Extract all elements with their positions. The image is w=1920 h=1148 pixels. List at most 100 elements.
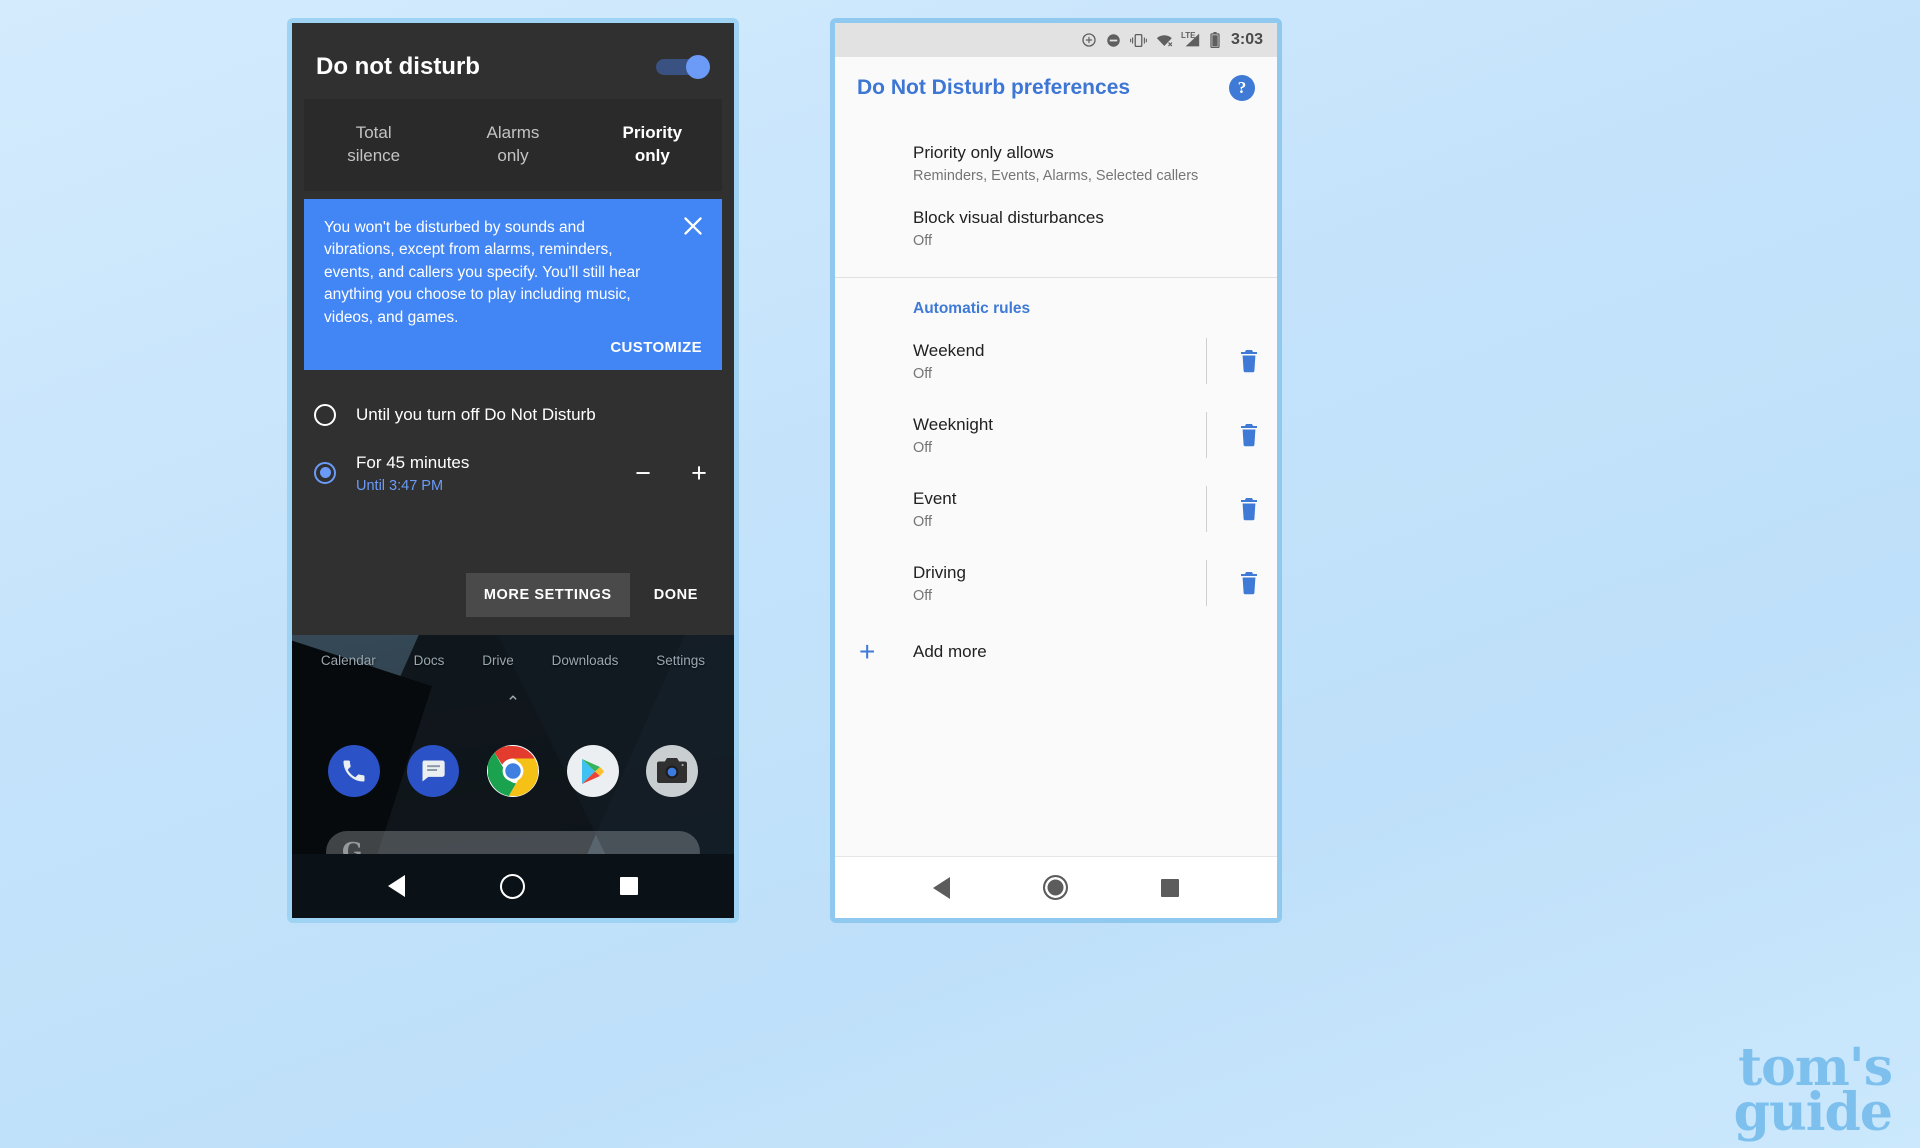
- play-store-icon[interactable]: [566, 745, 619, 797]
- preferences-group: Priority only allows Reminders, Events, …: [835, 119, 1277, 278]
- customize-button[interactable]: CUSTOMIZE: [324, 339, 702, 356]
- right-phone-screen: LTE 3:03 Do Not Disturb preferences ? Pr…: [835, 23, 1277, 918]
- done-button[interactable]: DONE: [636, 573, 716, 617]
- recents-button[interactable]: [1160, 878, 1179, 897]
- help-icon[interactable]: ?: [1229, 75, 1255, 101]
- left-navigation-bar: [292, 854, 734, 918]
- tab-label-line1: Alarms: [486, 123, 540, 143]
- home-app-label-row: Calendar Docs Drive Downloads Settings: [292, 653, 734, 668]
- setting-priority-only-allows[interactable]: Priority only allows Reminders, Events, …: [835, 131, 1277, 196]
- duration-option-until-off[interactable]: Until you turn off Do Not Disturb: [292, 386, 734, 444]
- dialog-actions: MORE SETTINGS DONE: [465, 573, 716, 617]
- page-title: Do not disturb: [316, 53, 480, 80]
- watermark-line2: guide: [1733, 1082, 1893, 1144]
- page-background: Calendar Docs Drive Downloads Settings ⌃: [0, 0, 1920, 1148]
- rule-text: Event Off: [913, 489, 1206, 530]
- setting-title: Priority only allows: [913, 143, 1054, 162]
- decrease-duration-button[interactable]: −: [630, 459, 656, 487]
- toms-guide-watermark: tom's guide: [1733, 1041, 1893, 1144]
- chevron-up-icon[interactable]: ⌃: [292, 693, 734, 713]
- trash-icon[interactable]: [1221, 349, 1277, 373]
- battery-icon: [1210, 32, 1220, 48]
- close-icon[interactable]: [680, 213, 706, 239]
- phone-icon[interactable]: [327, 745, 380, 797]
- status-bar: LTE 3:03: [835, 23, 1277, 57]
- rule-title: Weeknight: [913, 414, 994, 434]
- home-button[interactable]: [1042, 875, 1068, 900]
- chrome-icon[interactable]: [486, 745, 539, 797]
- rule-status: Off: [913, 513, 933, 530]
- back-button[interactable]: [933, 876, 951, 899]
- duration-option-timed[interactable]: For 45 minutes Until 3:47 PM − +: [292, 444, 734, 502]
- divider: [1206, 486, 1207, 532]
- duration-label: Until you turn off Do Not Disturb: [356, 405, 596, 425]
- app-label-calendar[interactable]: Calendar: [321, 653, 376, 668]
- automatic-rules-heading: Automatic rules: [913, 300, 1031, 317]
- home-dock: [292, 745, 734, 797]
- tab-alarms-only[interactable]: Alarms only: [443, 122, 582, 168]
- mode-tab-group: Total silence Alarms only Priority only: [304, 99, 722, 191]
- home-button[interactable]: [499, 873, 525, 899]
- right-phone-frame: LTE 3:03 Do Not Disturb preferences ? Pr…: [830, 18, 1282, 923]
- info-card: You won't be disturbed by sounds and vib…: [304, 199, 722, 371]
- radio-button-selected[interactable]: [314, 462, 336, 485]
- setting-block-visual-disturbances[interactable]: Block visual disturbances Off: [835, 196, 1277, 261]
- app-label-drive[interactable]: Drive: [482, 653, 514, 668]
- setting-summary: Reminders, Events, Alarms, Selected call…: [913, 168, 1199, 184]
- more-settings-button[interactable]: MORE SETTINGS: [465, 573, 630, 617]
- tab-label-line2: only: [634, 146, 670, 165]
- rule-row-event[interactable]: Event Off: [835, 472, 1277, 546]
- radio-button[interactable]: [314, 404, 336, 427]
- app-bar: Do Not Disturb preferences ?: [835, 57, 1277, 119]
- messages-icon[interactable]: [407, 745, 460, 797]
- setting-summary: Off: [913, 233, 933, 249]
- do-not-disturb-toggle[interactable]: [656, 55, 710, 79]
- left-phone-screen: Calendar Docs Drive Downloads Settings ⌃: [292, 23, 734, 918]
- tab-label-line2: silence: [347, 146, 401, 165]
- trash-icon[interactable]: [1221, 423, 1277, 447]
- toggle-knob: [686, 55, 710, 79]
- wifi-off-icon: [1156, 33, 1174, 48]
- right-navigation-bar: [835, 856, 1277, 918]
- duration-stepper: − +: [630, 459, 712, 487]
- app-label-docs[interactable]: Docs: [414, 653, 445, 668]
- tab-total-silence[interactable]: Total silence: [304, 122, 443, 168]
- setting-title: Block visual disturbances: [913, 208, 1104, 227]
- settings-list: Priority only allows Reminders, Events, …: [835, 119, 1277, 856]
- tab-priority-only[interactable]: Priority only: [583, 122, 722, 168]
- increase-duration-button[interactable]: +: [686, 459, 712, 487]
- rule-row-weeknight[interactable]: Weeknight Off: [835, 398, 1277, 472]
- rule-text: Weekend Off: [913, 341, 1206, 382]
- rule-row-driving[interactable]: Driving Off: [835, 546, 1277, 620]
- divider: [1206, 560, 1207, 606]
- tab-label-line1: Priority: [622, 123, 683, 143]
- vibrate-icon: [1130, 33, 1147, 48]
- rule-status: Off: [913, 587, 933, 604]
- back-button[interactable]: [387, 875, 405, 897]
- rule-title: Weekend: [913, 340, 985, 360]
- rule-text: Weeknight Off: [913, 415, 1206, 456]
- rule-row-weekend[interactable]: Weekend Off: [835, 324, 1277, 398]
- rule-text: Driving Off: [913, 563, 1206, 604]
- app-label-downloads[interactable]: Downloads: [552, 653, 619, 668]
- do-not-disturb-icon: [1106, 33, 1121, 48]
- camera-icon[interactable]: [646, 745, 699, 797]
- data-saver-icon: [1081, 32, 1097, 48]
- lte-signal-icon: LTE: [1180, 31, 1201, 48]
- add-more-button[interactable]: + Add more: [835, 620, 1277, 684]
- lte-label: LTE: [1180, 31, 1196, 40]
- divider: [1206, 338, 1207, 384]
- dialog-header: Do not disturb: [292, 23, 734, 99]
- trash-icon[interactable]: [1221, 571, 1277, 595]
- trash-icon[interactable]: [1221, 497, 1277, 521]
- plus-icon: +: [859, 636, 876, 667]
- add-more-label: Add more: [913, 642, 987, 661]
- tab-label-line1: Total: [355, 123, 392, 143]
- duration-options: Until you turn off Do Not Disturb For 45…: [292, 386, 734, 502]
- rule-status: Off: [913, 365, 933, 382]
- tab-label-line2: only: [497, 146, 529, 165]
- left-phone-frame: Calendar Docs Drive Downloads Settings ⌃: [287, 18, 739, 923]
- recents-button[interactable]: [620, 877, 639, 895]
- status-bar-clock: 3:03: [1230, 31, 1263, 48]
- app-label-settings[interactable]: Settings: [656, 653, 705, 668]
